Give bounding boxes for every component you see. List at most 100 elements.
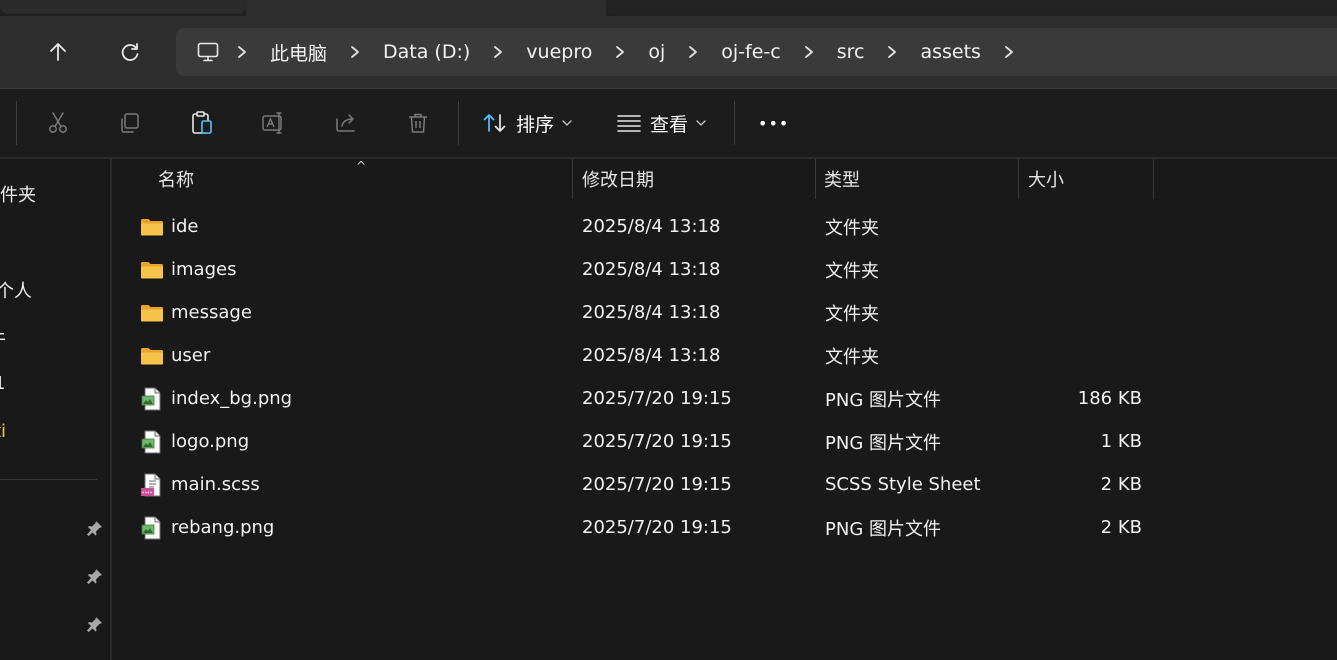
file-modified: 2025/7/20 19:15 — [582, 474, 732, 495]
breadcrumb-vuepro[interactable]: vuepro — [512, 41, 606, 63]
file-size — [1028, 334, 1142, 377]
png-file-icon — [140, 516, 164, 540]
file-modified: 2025/8/4 13:18 — [582, 216, 721, 237]
tab-next[interactable] — [606, 0, 1337, 14]
file-name: message — [171, 302, 252, 323]
toolbar-separator — [16, 101, 17, 145]
folder-icon — [140, 215, 164, 239]
arrow-up-icon — [50, 43, 66, 61]
chevron-right-icon[interactable] — [878, 45, 906, 59]
refresh-button[interactable] — [110, 32, 150, 72]
more-options-button[interactable]: ••• — [758, 105, 789, 141]
column-header-type[interactable]: 类型 — [824, 159, 1014, 199]
copy-button[interactable] — [116, 109, 144, 137]
scss-file-icon — [140, 473, 164, 497]
chevron-right-icon[interactable] — [341, 45, 369, 59]
view-button[interactable]: 查看 — [616, 105, 706, 141]
rename-button[interactable] — [260, 109, 288, 137]
column-separator[interactable] — [572, 159, 573, 199]
list-view-icon — [617, 115, 641, 132]
file-size — [1028, 291, 1142, 334]
file-row[interactable]: images 2025/8/4 13:18 文件夹 — [112, 248, 1337, 291]
share-icon — [336, 114, 355, 132]
folder-icon — [140, 344, 164, 368]
chevron-right-icon[interactable] — [679, 45, 707, 59]
toolbar-separator — [734, 101, 735, 145]
sidebar-item[interactable]: ti — [0, 421, 6, 442]
chevron-right-icon[interactable] — [795, 45, 823, 59]
copy-icon — [121, 113, 139, 133]
breadcrumb-src[interactable]: src — [823, 41, 879, 63]
file-name: images — [171, 259, 237, 280]
paste-button[interactable] — [188, 109, 216, 137]
file-size: 186 KB — [1077, 388, 1142, 409]
file-size: 2 KB — [1100, 474, 1142, 495]
address-bar[interactable]: 此电脑 Data (D:) vuepro oj oj-fe-c src asse… — [176, 28, 1337, 76]
file-size — [1028, 205, 1142, 248]
pin-icon[interactable] — [86, 567, 104, 585]
navigation-bar: 此电脑 Data (D:) vuepro oj oj-fe-c src asse… — [0, 16, 1337, 88]
file-list: ^ 名称 修改日期 类型 大小 ide 2025/8/4 13:18 文件夹 imag… — [112, 159, 1337, 660]
chevron-right-icon[interactable] — [484, 45, 512, 59]
pin-icon[interactable] — [86, 615, 104, 633]
file-row[interactable]: logo.png 2025/7/20 19:15 PNG 图片文件 1 KB — [112, 420, 1337, 463]
sort-button[interactable]: 排序 — [482, 105, 572, 141]
sidebar-item[interactable]: 1 — [0, 373, 5, 394]
trash-icon — [409, 113, 427, 133]
toolbar-separator — [458, 101, 459, 145]
breadcrumb-oj[interactable]: oj — [634, 41, 679, 63]
chevron-down-icon — [696, 120, 706, 126]
file-type: PNG 图片文件 — [825, 432, 941, 454]
this-pc-button[interactable] — [188, 40, 228, 64]
sidebar-divider — [0, 479, 97, 480]
folder-icon — [140, 301, 164, 325]
column-header-name[interactable]: 名称 — [158, 159, 568, 199]
file-type: 文件夹 — [825, 260, 879, 282]
file-row[interactable]: rebang.png 2025/7/20 19:15 PNG 图片文件 2 KB — [112, 506, 1337, 549]
breadcrumb-assets[interactable]: assets — [906, 41, 994, 63]
pin-icon[interactable] — [86, 519, 104, 537]
file-type: 文件夹 — [825, 217, 879, 239]
column-separator[interactable] — [1018, 159, 1019, 199]
breadcrumb-this-pc[interactable]: 此电脑 — [256, 39, 341, 66]
breadcrumb-oj-fe-c[interactable]: oj-fe-c — [707, 41, 794, 63]
column-header-modified[interactable]: 修改日期 — [582, 159, 812, 199]
chevron-right-icon[interactable] — [606, 45, 634, 59]
tab-active[interactable] — [246, 0, 606, 16]
sidebar-item[interactable]: 件夹 — [0, 181, 36, 207]
file-name: ide — [171, 216, 199, 237]
tab-strip — [0, 0, 1337, 16]
delete-button[interactable] — [404, 109, 432, 137]
monitor-icon — [197, 42, 219, 62]
file-size — [1028, 248, 1142, 291]
sidebar-item[interactable]: 牛 — [0, 325, 6, 351]
ellipsis-icon: ••• — [758, 113, 790, 133]
file-row[interactable]: main.scss 2025/7/20 19:15 SCSS Style Sheet… — [112, 463, 1337, 506]
file-modified: 2025/7/20 19:15 — [582, 517, 732, 538]
column-header-size[interactable]: 大小 — [1028, 159, 1148, 199]
file-modified: 2025/7/20 19:15 — [582, 388, 732, 409]
tab-previous[interactable] — [0, 0, 246, 14]
chevron-right-icon[interactable] — [995, 45, 1023, 59]
column-separator[interactable] — [1153, 159, 1154, 199]
up-button[interactable] — [38, 32, 78, 72]
share-button[interactable] — [332, 109, 360, 137]
chevron-right-icon[interactable] — [228, 45, 256, 59]
file-size: 1 KB — [1100, 431, 1142, 452]
breadcrumb-drive[interactable]: Data (D:) — [369, 41, 484, 63]
file-size: 2 KB — [1100, 517, 1142, 538]
clipboard-icon — [192, 111, 212, 134]
file-modified: 2025/8/4 13:18 — [582, 259, 721, 280]
file-name: rebang.png — [171, 517, 275, 538]
sidebar-item[interactable]: 个人 — [0, 277, 32, 303]
view-label: 查看 — [650, 113, 689, 136]
column-separator[interactable] — [815, 159, 816, 199]
file-type: SCSS Style Sheet — [825, 474, 981, 495]
file-row[interactable]: index_bg.png 2025/7/20 19:15 PNG 图片文件 186 K… — [112, 377, 1337, 420]
cut-button[interactable] — [44, 109, 72, 137]
file-type: PNG 图片文件 — [825, 518, 941, 540]
file-row[interactable]: ide 2025/8/4 13:18 文件夹 — [112, 205, 1337, 248]
file-row[interactable]: message 2025/8/4 13:18 文件夹 — [112, 291, 1337, 334]
file-row[interactable]: user 2025/8/4 13:18 文件夹 — [112, 334, 1337, 377]
png-file-icon — [140, 430, 164, 454]
